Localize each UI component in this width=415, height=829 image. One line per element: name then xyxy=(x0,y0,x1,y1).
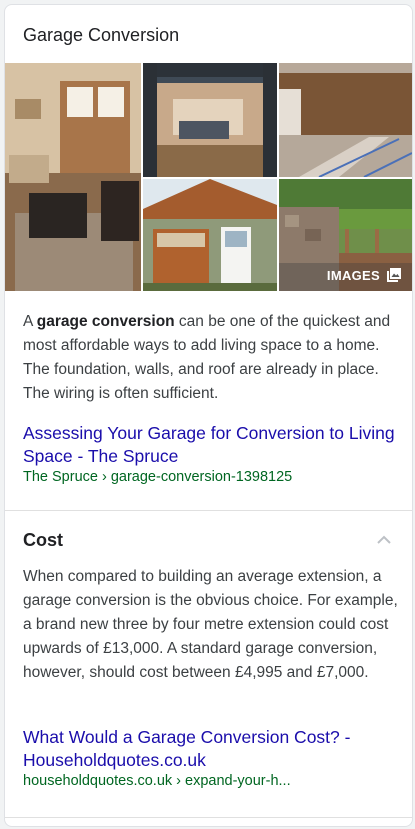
image-living-room[interactable] xyxy=(5,63,141,291)
description-bold-term: garage conversion xyxy=(36,313,175,330)
image-detached-garage[interactable] xyxy=(143,179,277,291)
image-garage-room[interactable] xyxy=(143,63,277,177)
description: A garage conversion can be one of the qu… xyxy=(23,310,399,406)
image-grid[interactable]: IMAGES xyxy=(5,63,412,291)
cost-description: When compared to building an average ext… xyxy=(23,568,398,681)
cost-source-link[interactable]: What Would a Garage Conversion Cost? - H… xyxy=(23,726,395,772)
card-title: Garage Conversion xyxy=(23,25,180,45)
chevron-up-icon[interactable] xyxy=(376,532,392,548)
image-wood-interior[interactable] xyxy=(279,63,412,177)
images-more-link[interactable]: IMAGES xyxy=(327,267,402,283)
images-label: IMAGES xyxy=(326,267,380,283)
section-divider xyxy=(5,510,412,511)
cost-source-cite: householdquotes.co.uk › expand-your-h... xyxy=(23,773,291,789)
image-gallery-icon xyxy=(386,267,402,283)
section-title-cost: Cost xyxy=(23,530,63,550)
source-cite: The Spruce › garage-conversion-1398125 xyxy=(23,469,293,485)
source-link[interactable]: Assessing Your Garage for Conversion to … xyxy=(23,422,395,468)
description-prefix: A xyxy=(23,313,37,330)
bottom-divider xyxy=(5,817,412,818)
knowledge-card: Garage Conversion IMAGES A garage conver… xyxy=(4,4,413,827)
image-stone-garden[interactable]: IMAGES xyxy=(279,179,412,291)
